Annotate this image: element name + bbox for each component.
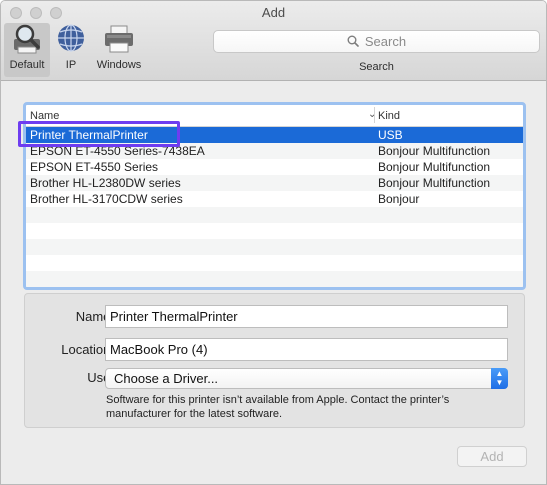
- empty-row: [26, 255, 523, 271]
- printer-name-cell: Printer ThermalPrinter: [30, 128, 148, 142]
- magnifier-printer-icon: [10, 23, 44, 55]
- printer-kind-cell: Bonjour Multifunction: [378, 160, 491, 174]
- printer-name-cell: EPSON ET-4550 Series: [30, 160, 159, 174]
- printer-kind-cell: Bonjour: [378, 192, 420, 206]
- table-row[interactable]: EPSON ET-4550 Series-7438EA Bonjour Multi…: [26, 143, 523, 159]
- empty-row: [26, 271, 523, 287]
- toolbar-default-label: Default: [9, 59, 45, 71]
- printer-name-cell: EPSON ET-4550 Series-7438EA: [30, 144, 205, 158]
- toolbar-ip-label: IP: [65, 59, 77, 71]
- toolbar-default-button[interactable]: Default: [4, 23, 50, 77]
- table-row[interactable]: Printer ThermalPrinter USB: [26, 127, 523, 143]
- column-divider[interactable]: [374, 107, 375, 123]
- table-row[interactable]: Brother HL-3170CDW series Bonjour: [26, 191, 523, 207]
- printer-details-panel: Name: Printer ThermalPrinter Location: M…: [24, 293, 525, 428]
- table-row[interactable]: Brother HL-L2380DW series Bonjour Multifu…: [26, 175, 523, 191]
- table-row[interactable]: EPSON ET-4550 Series Bonjour Multifunctio…: [26, 159, 523, 175]
- add-button[interactable]: Add: [457, 446, 527, 467]
- empty-row: [26, 223, 523, 239]
- window-title: Add: [261, 5, 286, 20]
- globe-icon: [54, 23, 88, 55]
- search-caption: Search: [359, 61, 394, 73]
- printer-name-cell: Brother HL-L2380DW series: [30, 176, 181, 190]
- name-field[interactable]: Printer ThermalPrinter: [105, 305, 508, 328]
- toolbar-ip-button[interactable]: IP: [53, 23, 89, 77]
- toolbar-windows-label: Windows: [96, 59, 142, 71]
- location-field[interactable]: MacBook Pro (4): [105, 338, 508, 361]
- column-header-kind[interactable]: Kind: [378, 110, 400, 122]
- chevron-down-icon[interactable]: ⌄: [368, 109, 376, 120]
- list-rows: Printer ThermalPrinter USB EPSON ET-4550 S…: [26, 127, 523, 287]
- use-row: Use: Choose a Driver... ▲ ▼: [25, 368, 524, 392]
- search-input[interactable]: Search: [213, 30, 540, 53]
- driver-note: Software for this printer isn’t availabl…: [106, 394, 450, 420]
- name-row: Name: Printer ThermalPrinter: [25, 305, 524, 329]
- list-header: Name ⌄ Kind: [26, 105, 523, 127]
- printer-list[interactable]: Name ⌄ Kind Printer ThermalPrinter USB EPS…: [23, 102, 526, 290]
- driver-select-value: Choose a Driver...: [114, 371, 219, 386]
- empty-row: [26, 207, 523, 223]
- column-header-name[interactable]: Name: [30, 110, 59, 122]
- printer-name-cell: Brother HL-3170CDW series: [30, 192, 183, 206]
- toolbar-windows-button[interactable]: Windows: [93, 23, 145, 77]
- search-icon: [347, 32, 359, 53]
- driver-select[interactable]: Choose a Driver... ▲ ▼: [105, 368, 508, 389]
- popup-arrows-icon: ▲ ▼: [491, 368, 508, 389]
- empty-row: [26, 239, 523, 255]
- printer-kind-cell: Bonjour Multifunction: [378, 176, 491, 190]
- printer-kind-cell: USB: [378, 128, 403, 142]
- add-printer-window: Add Default IP Windows Search Search Nam…: [0, 0, 547, 485]
- printer-kind-cell: Bonjour Multifunction: [378, 144, 491, 158]
- title-bar: Add Default IP Windows Search Search: [1, 1, 546, 81]
- location-row: Location: MacBook Pro (4): [25, 338, 524, 362]
- printer-icon: [102, 23, 136, 55]
- search-placeholder: Search: [364, 34, 407, 49]
